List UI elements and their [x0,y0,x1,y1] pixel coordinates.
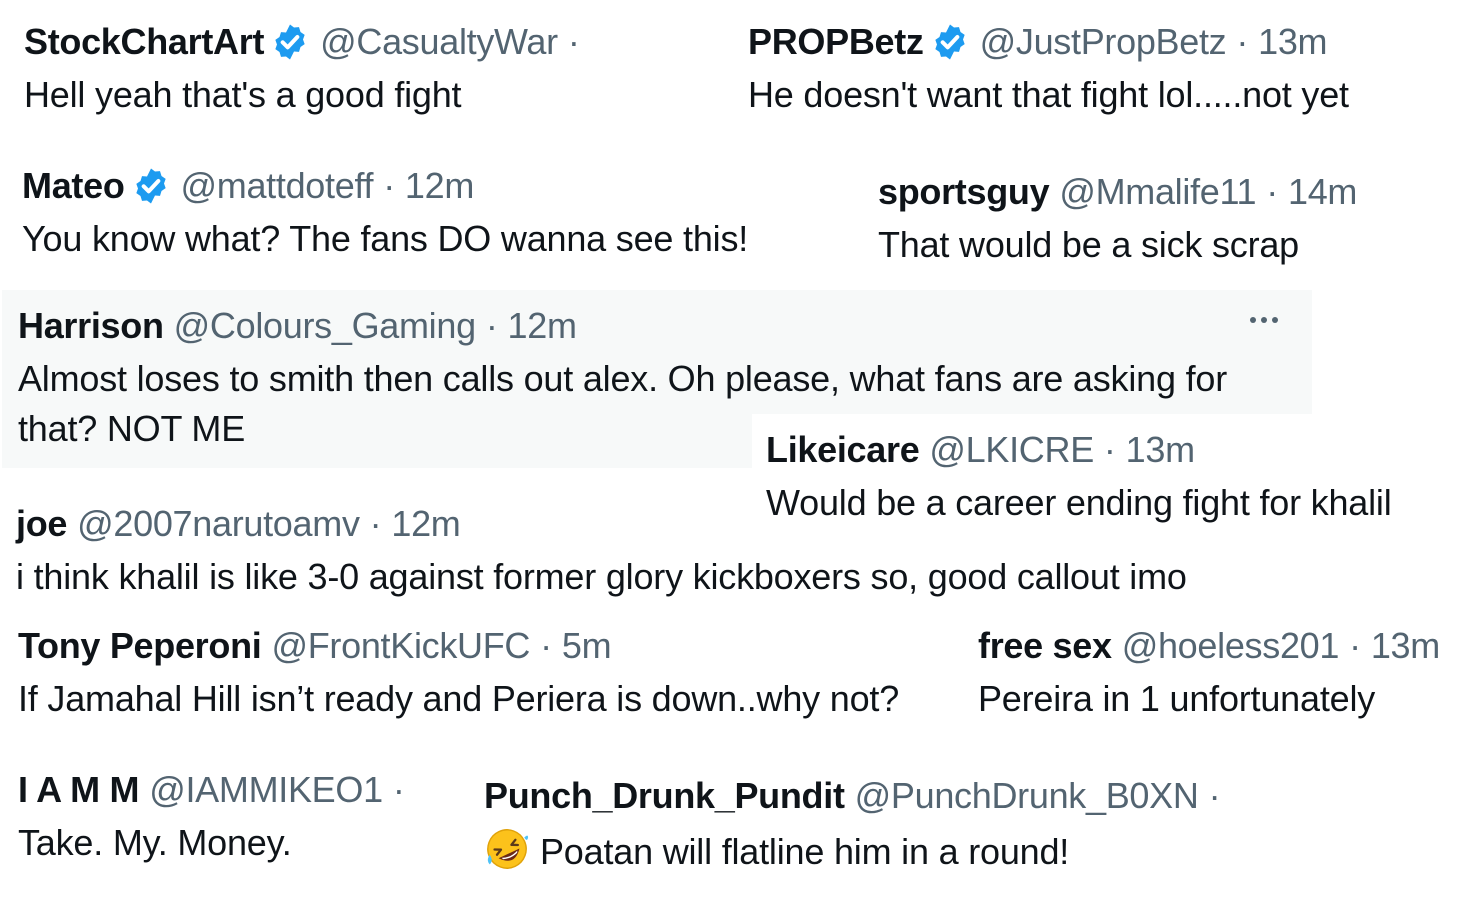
tweet-card[interactable]: I A M M @IAMMIKEO1 · Take. My. Money. [18,768,415,866]
tweet-text-line: Poatan will flatline him in a round! [484,826,1230,875]
display-name[interactable]: Punch_Drunk_Pundit [484,774,845,818]
user-handle[interactable]: @Mmalife11 [1059,170,1256,214]
tweet-header: StockChartArt @CasualtyWar · [24,20,590,64]
display-name[interactable]: Mateo [22,164,125,208]
tweet-text: Take. My. Money. [18,822,292,863]
tweet-header: Punch_Drunk_Pundit @PunchDrunk_B0XN · [484,774,1230,818]
tweet-text: Poatan will flatline him in a round! [540,831,1070,872]
tweet-header: free sex @hoeless201 · 13m [978,624,1440,668]
display-name[interactable]: free sex [978,624,1112,668]
tweet-text: i think khalil is like 3-0 against forme… [16,556,1187,597]
display-name[interactable]: Harrison [18,304,164,348]
display-name[interactable]: Likeicare [766,428,920,472]
tweet-card[interactable]: StockChartArt @CasualtyWar · Hell yeah t… [24,20,590,118]
user-handle[interactable]: @mattdoteff [181,164,374,208]
verified-badge-icon [275,24,305,60]
display-name[interactable]: PROPBetz [748,20,924,64]
tweet-text: Pereira in 1 unfortunately [978,678,1376,719]
timestamp[interactable]: 12m [405,164,474,208]
separator-dot: · [383,165,395,206]
timestamp[interactable]: 14m [1288,170,1357,214]
tweet-header: Mateo @mattdoteff · 12m [22,164,748,208]
display-name[interactable]: Tony Peperoni [18,624,262,668]
more-options-icon[interactable] [1250,310,1290,326]
user-handle[interactable]: @FrontKickUFC [271,624,530,668]
tweet-card[interactable]: PROPBetz @JustPropBetz · 13m He doesn't … [748,20,1349,118]
separator-dot: · [369,503,382,544]
timestamp[interactable]: 12m [391,502,460,546]
display-name[interactable]: joe [16,502,67,546]
separator-dot: · [392,769,405,810]
user-handle[interactable]: @LKICRE [929,428,1094,472]
separator-dot: · [1349,625,1361,666]
tweet-card[interactable]: sportsguy @Mmalife11 · 14m That would be… [878,170,1357,268]
tweet-header: I A M M @IAMMIKEO1 · [18,768,415,812]
separator-dot: · [567,21,580,62]
display-name[interactable]: sportsguy [878,170,1050,214]
display-name[interactable]: I A M M [18,768,140,812]
tweet-text: He doesn't want that fight lol.....not y… [748,74,1349,115]
tweet-header: joe @2007narutoamv · 12m [16,502,1187,546]
tweet-header: PROPBetz @JustPropBetz · 13m [748,20,1349,64]
verified-badge-icon [934,24,965,60]
display-name[interactable]: StockChartArt [24,20,264,64]
tweet-card[interactable]: Punch_Drunk_Pundit @PunchDrunk_B0XN · Po… [484,774,1230,875]
user-handle[interactable]: @CasualtyWar [320,20,558,64]
tweet-text: If Jamahal Hill isn’t ready and Periera … [18,678,900,719]
tweet-card[interactable]: joe @2007narutoamv · 12m i think khalil … [16,502,1187,600]
rolling-on-the-floor-laughing-emoji [487,829,529,869]
separator-dot: · [1266,171,1278,212]
separator-dot: · [1103,429,1116,470]
tweet-text: That would be a sick scrap [878,224,1299,265]
tweet-header: Tony Peperoni @FrontKickUFC · 5m [18,624,899,668]
separator-dot: · [1208,775,1221,816]
tweet-header: Harrison @Colours_Gaming · 12m [18,304,1288,348]
timestamp[interactable]: 12m [508,304,577,348]
timestamp[interactable]: 13m [1258,20,1327,64]
user-handle[interactable]: @IAMMIKEO1 [149,768,383,812]
user-handle[interactable]: @2007narutoamv [77,502,360,546]
separator-dot: · [485,305,498,346]
tweet-text: You know what? The fans DO wanna see thi… [22,218,749,259]
timestamp[interactable]: 13m [1371,624,1440,668]
separator-dot: · [540,625,552,666]
tweet-text: Hell yeah that's a good fight [24,74,462,115]
separator-dot: · [1236,21,1249,62]
tweet-card[interactable]: free sex @hoeless201 · 13m Pereira in 1 … [978,624,1440,722]
timestamp[interactable]: 13m [1126,428,1195,472]
verified-badge-icon [135,168,166,204]
user-handle[interactable]: @JustPropBetz [980,20,1227,64]
tweet-card[interactable]: Tony Peperoni @FrontKickUFC · 5m If Jama… [18,624,899,722]
tweet-card[interactable]: Mateo @mattdoteff · 12m You know what? T… [22,164,748,262]
timestamp[interactable]: 5m [562,624,612,668]
user-handle[interactable]: @PunchDrunk_B0XN [855,774,1199,818]
user-handle[interactable]: @Colours_Gaming [174,304,476,348]
tweet-header: Likeicare @LKICRE · 13m [766,428,1456,472]
user-handle[interactable]: @hoeless201 [1122,624,1340,668]
tweet-header: sportsguy @Mmalife11 · 14m [878,170,1357,214]
